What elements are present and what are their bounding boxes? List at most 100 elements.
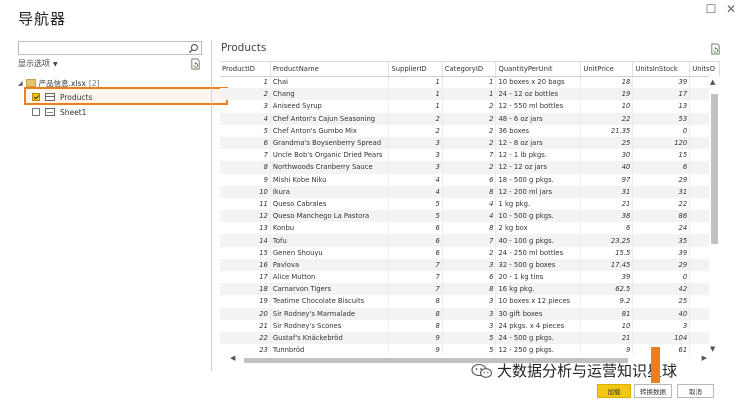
table-cell: Konbu — [270, 222, 390, 235]
search-box[interactable] — [18, 41, 202, 55]
table-cell: 104 — [632, 331, 691, 345]
table-cell: 20 — [220, 307, 271, 320]
table-cell: Uncle Bob's Organic Dried Pears — [270, 149, 390, 162]
table-row: 18 Carnarvon Tigers 7 8 16 kg pkg. 62.5 42 — [220, 283, 720, 296]
table-cell: 1 — [442, 88, 497, 101]
table-cell: 2 — [442, 136, 497, 150]
table-cell: 12 - 550 ml bottles — [495, 100, 582, 113]
scroll-up-icon[interactable]: ▲ — [710, 78, 715, 86]
table-cell: 19 — [220, 295, 271, 308]
table-cell: 9 — [220, 173, 271, 186]
table-row: 5 Chef Anton's Gumbo Mix 2 2 36 boxes 21.35 0 — [220, 124, 720, 137]
table-row: 2 Chang 1 1 24 - 12 oz bottles 19 17 — [220, 88, 720, 101]
cancel-button[interactable]: 取消 — [677, 384, 714, 398]
display-options-label: 显示选项 — [18, 59, 50, 68]
table-cell: Mishi Kobe Niku — [270, 173, 390, 186]
table-cell: 62.5 — [580, 283, 634, 296]
column-header[interactable]: QuantityPerUnit — [495, 62, 582, 77]
table-cell: 6 — [388, 222, 443, 235]
table-cell: 7 — [442, 234, 497, 247]
table-cell: 3 — [388, 136, 443, 150]
table-cell: 39 — [632, 246, 691, 259]
column-header[interactable]: UnitPrice — [580, 62, 634, 77]
table-cell: 2 kg box — [495, 222, 582, 235]
scroll-right-icon[interactable]: ▶ — [702, 354, 707, 362]
table-cell: 38 — [580, 210, 634, 223]
table-cell: 7 — [388, 271, 443, 284]
table-cell: Alice Mutton — [270, 271, 390, 284]
transform-data-button[interactable]: 转换数据 — [634, 384, 672, 398]
table-cell: 5 — [388, 197, 443, 211]
table-cell: Queso Manchego La Pastora — [270, 210, 390, 223]
table-row: 19 Teatime Chocolate Biscuits 8 3 10 boxes x… — [220, 295, 720, 308]
tree-item-products[interactable]: Products — [32, 91, 92, 103]
table-row: 13 Konbu 6 8 2 kg box 6 24 — [220, 222, 720, 235]
scroll-down-icon[interactable]: ▼ — [710, 345, 715, 353]
display-options-dropdown[interactable]: 显示选项 ▼ — [18, 58, 58, 69]
table-row: 4 Chef Anton's Cajun Seasoning 2 2 48 - 6 oz… — [220, 112, 720, 125]
table-cell: 24 pkgs. x 4 pieces — [495, 319, 582, 332]
products-checkbox[interactable] — [32, 93, 40, 101]
table-row: 22 Gustaf's Knäckebröd 9 5 24 - 500 g pkgs. 2… — [220, 331, 720, 345]
column-header[interactable]: SupplierID — [388, 62, 443, 77]
table-cell: 24 - 12 oz bottles — [495, 88, 582, 101]
refresh-icon[interactable] — [190, 58, 201, 70]
table-cell: Ikura — [270, 185, 390, 198]
load-button[interactable]: 加载 — [597, 384, 631, 398]
table-cell: 6 — [388, 246, 443, 259]
table-cell: Chef Anton's Cajun Seasoning — [270, 112, 390, 125]
scroll-left-icon[interactable]: ◀ — [230, 354, 235, 362]
table-header-row: ProductID ProductName SupplierID CategoryID… — [220, 62, 720, 77]
table-cell: 3 — [442, 295, 497, 308]
table-cell: Genen Shouyu — [270, 246, 390, 259]
table-cell: 18 — [580, 76, 634, 89]
column-header[interactable]: UnitsO — [689, 62, 720, 77]
table-cell: 12 - 200 ml jars — [495, 185, 582, 198]
tree-item-sheet1[interactable]: Sheet1 — [32, 106, 86, 118]
table-cell: 10 - 500 g pkgs. — [495, 210, 582, 223]
table-row: 14 Tofu 6 7 40 - 100 g pkgs. 23.25 35 — [220, 234, 720, 247]
table-cell: 11 — [220, 197, 271, 211]
table-cell: 24 — [632, 222, 691, 235]
table-cell: 23.25 — [580, 234, 634, 247]
table-cell: 23 — [220, 344, 271, 354]
table-cell: 8 — [442, 222, 497, 235]
table-cell: 36 boxes — [495, 124, 582, 137]
maximize-icon[interactable]: ☐ — [704, 2, 718, 16]
table-cell: 39 — [632, 76, 691, 89]
table-row: 11 Queso Cabrales 5 4 1 kg pkg. 21 22 — [220, 197, 720, 211]
table-cell: 18 — [220, 283, 271, 296]
table-cell: Northwoods Cranberry Sauce — [270, 161, 390, 174]
navigator-window: 导航器 ☐ ✕ 显示选项 ▼ ◢ 产品信息.xlsx [2] Products S… — [0, 0, 739, 407]
table-cell: 4 — [388, 173, 443, 186]
search-input[interactable] — [21, 42, 181, 54]
vertical-scroll-thumb[interactable] — [711, 94, 718, 244]
pane-divider[interactable] — [211, 40, 212, 371]
table-cell: 61 — [632, 344, 691, 354]
preview-grid[interactable]: ProductID ProductName SupplierID CategoryID… — [220, 61, 720, 354]
table-cell: Sir Rodney's Marmalade — [270, 307, 390, 320]
table-cell: 2 — [220, 88, 271, 101]
refresh-icon[interactable] — [710, 43, 721, 55]
column-header[interactable]: ProductID — [220, 62, 271, 77]
column-header[interactable]: CategoryID — [442, 62, 497, 77]
table-cell: 2 — [442, 124, 497, 137]
column-header[interactable]: UnitsInStock — [632, 62, 691, 77]
table-cell: 8 — [388, 307, 443, 320]
table-cell: 1 — [388, 76, 443, 89]
table-cell: 20 - 1 kg tins — [495, 271, 582, 284]
expand-triangle-icon[interactable]: ◢ — [18, 80, 23, 87]
vertical-scrollbar[interactable]: ▲ ▼ — [709, 76, 721, 355]
table-cell: 9.2 — [580, 295, 634, 308]
table-cell: Queso Cabrales — [270, 197, 390, 211]
close-icon[interactable]: ✕ — [724, 2, 738, 16]
table-cell: 17 — [632, 88, 691, 101]
table-cell: 29 — [632, 173, 691, 186]
sheet1-checkbox[interactable] — [32, 108, 40, 116]
column-header[interactable]: ProductName — [270, 62, 390, 77]
search-icon[interactable] — [188, 43, 199, 54]
table-cell: 30 gift boxes — [495, 307, 582, 320]
table-cell: 120 — [632, 136, 691, 150]
table-row: 1 Chai 1 1 10 boxes x 20 bags 18 39 — [220, 76, 720, 89]
table-cell: 30 — [580, 149, 634, 162]
